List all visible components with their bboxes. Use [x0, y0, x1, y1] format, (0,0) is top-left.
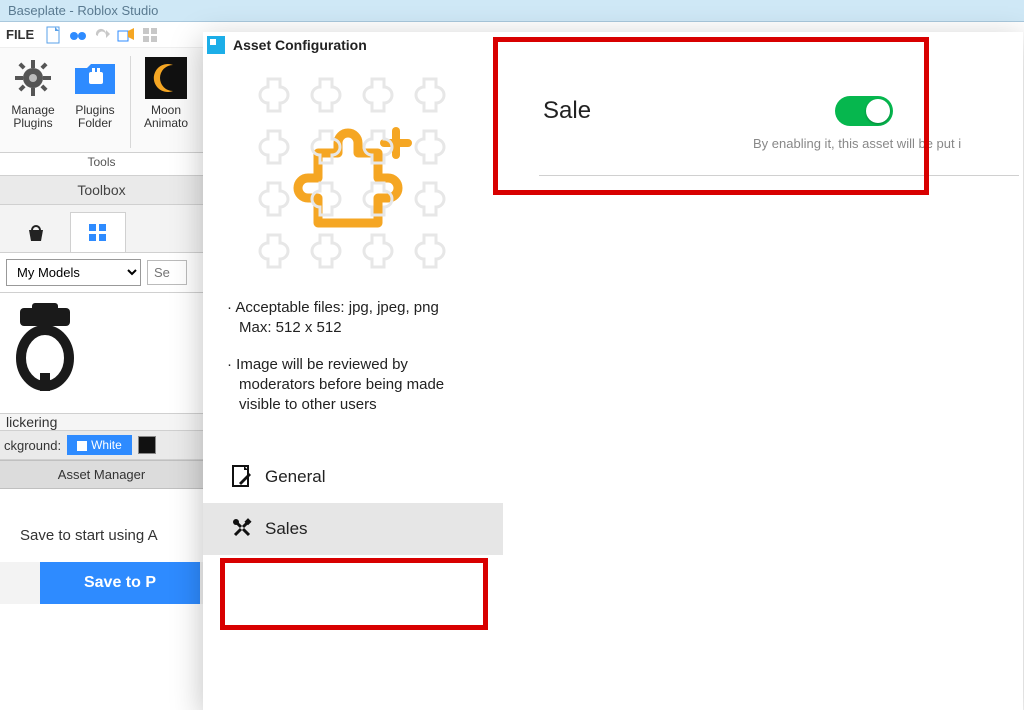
toolbox-category-select[interactable]: My Models	[6, 259, 141, 286]
toolbox-filter-row: My Models	[0, 253, 203, 293]
toggle-knob	[866, 99, 890, 123]
ribbon-label: Moon	[151, 103, 181, 117]
modal-content: Sale By enabling it, this asset will be …	[503, 32, 1023, 710]
toolbox-panel: Toolbox My Models lickering ckground: Wh	[0, 175, 203, 604]
asset-config-modal: Asset Configuration	[203, 32, 1023, 710]
nav-sales[interactable]: Sales	[203, 503, 503, 555]
ribbon-separator	[130, 56, 131, 148]
modal-nav: General Sales	[203, 451, 503, 555]
background-white-chip[interactable]: White	[67, 435, 132, 455]
binoculars-icon[interactable]	[68, 25, 88, 45]
sale-label: Sale	[543, 97, 591, 125]
export-icon[interactable]	[116, 25, 136, 45]
grid-icon	[88, 223, 108, 243]
hint-moderation: Image will be reviewed by moderators bef…	[239, 355, 479, 416]
window-title: Baseplate - Roblox Studio	[8, 3, 158, 18]
ribbon-label: Animato	[144, 116, 188, 130]
ribbon-moon-animator[interactable]: MoonAnimato	[135, 52, 197, 152]
modal-sidebar: Asset Configuration	[203, 32, 503, 710]
asset-preview-wrap	[203, 58, 503, 298]
tools-icon	[231, 517, 255, 541]
nav-sales-label: Sales	[265, 519, 308, 539]
ribbon-label: Folder	[78, 116, 112, 130]
save-button[interactable]: Save to P	[40, 562, 200, 604]
gear-icon	[9, 54, 57, 102]
redo-icon[interactable]	[92, 25, 112, 45]
preview-background-pattern	[248, 73, 458, 283]
studio-left-column: FILE ManagePlugins PluginsFolder MoonAni…	[0, 22, 203, 710]
toolbox-background-row: ckground: White	[0, 430, 203, 460]
hint-maxsize: Max: 512 x 512	[239, 319, 342, 336]
hint-filetypes: Acceptable files: jpg, jpeg, png	[235, 299, 438, 316]
modal-title: Asset Configuration	[233, 37, 367, 53]
asset-manager-tab[interactable]: Asset Manager	[0, 460, 203, 489]
asset-thumbnail-icon	[10, 303, 80, 393]
menubar: FILE	[0, 22, 203, 48]
moon-icon	[142, 54, 190, 102]
toolbox-item-label: lickering	[0, 413, 203, 430]
document-edit-icon	[231, 465, 255, 489]
ribbon-label: Plugins	[75, 103, 114, 117]
upload-hints: Acceptable files: jpg, jpeg, png Max: 512…	[203, 298, 503, 445]
ribbon-label: Plugins	[13, 116, 52, 130]
toolbox-results[interactable]	[0, 293, 203, 413]
sale-hint: By enabling it, this asset will be put i	[503, 136, 1023, 169]
window-titlebar: Baseplate - Roblox Studio	[0, 0, 1024, 22]
nav-general-label: General	[265, 467, 325, 487]
ribbon: ManagePlugins PluginsFolder MoonAnimato	[0, 48, 203, 153]
toolbox-title: Toolbox	[0, 176, 203, 205]
ribbon-plugins-folder[interactable]: PluginsFolder	[64, 52, 126, 152]
nav-general[interactable]: General	[203, 451, 503, 503]
ribbon-manage-plugins[interactable]: ManagePlugins	[2, 52, 64, 152]
toolbox-tab-inventory[interactable]	[70, 212, 126, 252]
toolbox-tabs	[0, 205, 203, 253]
folder-plug-icon	[71, 54, 119, 102]
asset-manager-save-msg: Save to start using A	[0, 489, 203, 562]
toolbox-tab-marketplace[interactable]	[8, 212, 64, 252]
sale-toggle[interactable]	[835, 96, 893, 126]
ribbon-group-caption: Tools	[0, 153, 203, 175]
modal-titlebar: Asset Configuration	[203, 32, 503, 58]
toolbox-search-input[interactable]	[147, 260, 187, 285]
menu-file[interactable]: FILE	[6, 27, 34, 42]
background-black-swatch[interactable]	[138, 436, 156, 454]
grid-icon[interactable]	[140, 25, 160, 45]
sale-row: Sale	[503, 72, 933, 136]
asset-preview[interactable]	[248, 73, 458, 283]
ribbon-label: Manage	[11, 103, 54, 117]
bag-icon	[26, 223, 46, 243]
background-label: ckground:	[4, 438, 61, 453]
section-divider	[539, 175, 1019, 176]
new-file-icon[interactable]	[44, 25, 64, 45]
roblox-studio-icon	[207, 36, 225, 54]
